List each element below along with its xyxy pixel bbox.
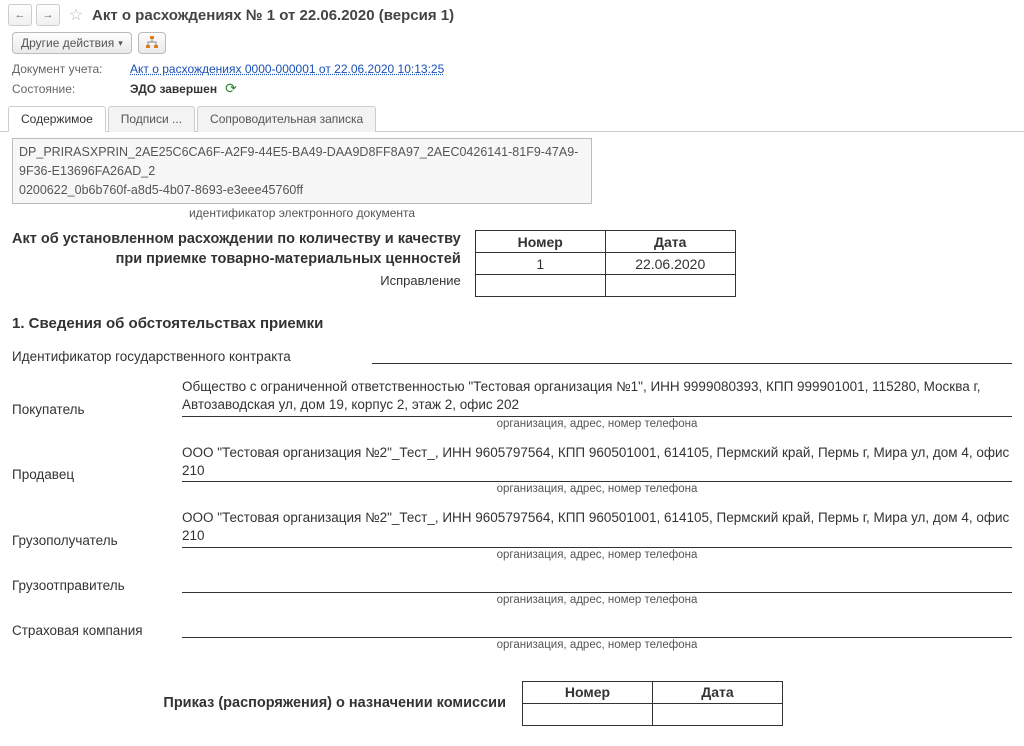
status-label: Состояние: [12,82,122,96]
insurance-caption: организация, адрес, номер телефона [182,639,1012,651]
doc-title-line1: Акт об установленном расхождении по коли… [12,230,461,250]
tab-cover-note[interactable]: Сопроводительная записка [197,106,376,132]
arrow-right-icon: → [43,9,54,21]
consignee-value: ООО "Тестовая организация №2"_Тест_, ИНН… [182,509,1012,547]
order-date-header: Дата [653,681,783,703]
order-num-cell [523,703,653,725]
order-number-date-table: Номер Дата [522,681,783,726]
document-identifier-box: DP_PRIRASXPRIN_2AE25C6CA6F-A2F9-44E5-BA4… [12,138,592,204]
page-title: Акт о расхождениях № 1 от 22.06.2020 (ве… [92,7,454,24]
nav-back-button[interactable]: ← [8,4,32,26]
seller-label: Продавец [12,467,182,482]
seller-value: ООО "Тестовая организация №2"_Тест_, ИНН… [182,444,1012,482]
chevron-down-icon: ▾ [118,38,123,49]
doc-title-line2: при приемке товарно-материальных ценност… [12,250,461,270]
status-value: ЭДО завершен [130,82,217,96]
structure-button[interactable] [138,32,166,54]
identifier-caption: идентификатор электронного документа [12,206,592,220]
favorite-star-icon[interactable]: ☆ [66,5,86,25]
consignee-caption: организация, адрес, номер телефона [182,549,1012,561]
consignee-label: Грузополучатель [12,533,182,548]
tab-signatures[interactable]: Подписи ... [108,106,195,132]
hierarchy-icon [145,36,159,50]
doc-main-title: Акт об установленном расхождении по коли… [12,230,467,269]
other-actions-dropdown[interactable]: Другие действия ▾ [12,32,132,54]
seller-caption: организация, адрес, номер телефона [182,483,1012,495]
tabs: Содержимое Подписи ... Сопроводительная … [0,105,1024,132]
num-value: 1 [475,253,605,275]
section-1-heading: 1. Сведения об обстоятельствах приемки [12,315,1012,332]
gov-contract-label: Идентификатор государственного контракта [12,349,372,364]
identifier-line1: DP_PRIRASXPRIN_2AE25C6CA6F-A2F9-44E5-BA4… [19,143,585,181]
order-date-cell [653,703,783,725]
insurance-label: Страховая компания [12,623,182,638]
buyer-caption: организация, адрес, номер телефона [182,418,1012,430]
correction-date-cell [605,275,735,297]
insurance-value [182,620,1012,638]
number-date-table: Номер Дата 1 22.06.2020 [475,230,736,297]
shipper-caption: организация, адрес, номер телефона [182,594,1012,606]
num-header: Номер [475,231,605,253]
arrow-left-icon: ← [15,9,26,21]
other-actions-label: Другие действия [21,36,114,50]
buyer-label: Покупатель [12,402,182,417]
order-label: Приказ (распоряжения) о назначении комис… [12,695,512,711]
date-value: 22.06.2020 [605,253,735,275]
correction-num-cell [475,275,605,297]
identifier-line2: 0200622_0b6b760f-a8d5-4b07-8693-e3eee457… [19,181,585,200]
buyer-value: Общество с ограниченной ответственностью… [182,378,1012,416]
tab-content[interactable]: Содержимое [8,106,106,132]
nav-forward-button[interactable]: → [36,4,60,26]
doc-accounting-label: Документ учета: [12,62,122,76]
doc-correction-label: Исправление [12,273,467,288]
gov-contract-value [372,346,1012,364]
date-header: Дата [605,231,735,253]
shipper-value [182,575,1012,593]
order-num-header: Номер [523,681,653,703]
doc-accounting-link[interactable]: Акт о расхождениях 0000-000001 от 22.06.… [130,62,444,76]
refresh-icon[interactable]: ⟳ [225,80,237,97]
shipper-label: Грузоотправитель [12,578,182,593]
